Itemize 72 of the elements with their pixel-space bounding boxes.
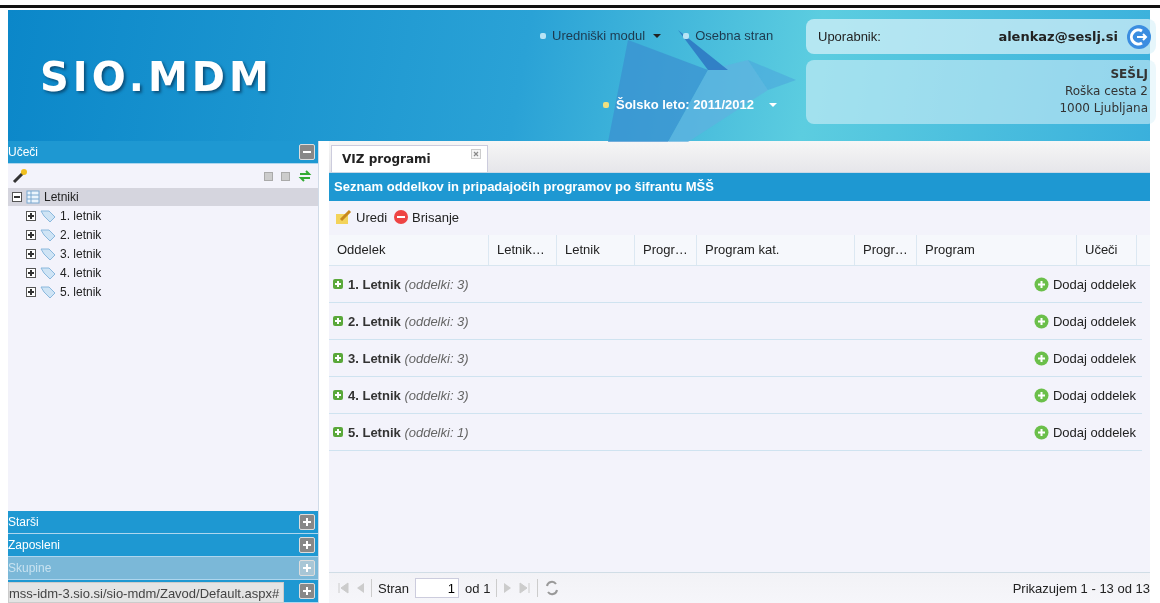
delete-icon — [393, 209, 410, 225]
school-street: Roška cesta 2 — [1064, 83, 1148, 100]
tag-icon — [40, 246, 56, 261]
group-title: 5. Letnik (oddelki: 1) — [348, 424, 469, 440]
logo: SIO.MDM — [40, 54, 273, 100]
column-header[interactable]: Program kat. — [697, 235, 855, 265]
tree-node[interactable]: 5. letnik — [8, 282, 318, 301]
user-email: alenkaz@seslj.si — [998, 29, 1118, 44]
column-header[interactable]: Program — [917, 235, 1077, 265]
school-city: 1000 Ljubljana — [1059, 100, 1148, 117]
expand-icon[interactable] — [26, 248, 36, 259]
table-icon — [26, 190, 40, 204]
page-count: od 1 — [465, 580, 491, 596]
edit-button[interactable]: Uredi — [333, 209, 390, 225]
logout-icon[interactable] — [1126, 23, 1152, 50]
tree-node[interactable]: 2. letnik — [8, 225, 318, 244]
add-icon — [1033, 424, 1049, 440]
tree-node[interactable]: Letniki — [8, 188, 318, 206]
school-name: SEŠLJ — [1110, 66, 1148, 83]
group-title: 2. Letnik (oddelki: 3) — [348, 313, 469, 329]
grid-title: Seznam oddelkov in pripadajočih programov po šifrantu MŠŠ — [329, 173, 1150, 201]
nav-link[interactable]: Uredniški modul — [540, 28, 662, 43]
expand-all-icon[interactable] — [264, 171, 273, 181]
add-class-button[interactable]: Dodaj oddelek — [1027, 387, 1142, 403]
caret-icon — [653, 33, 662, 38]
delete-button[interactable]: Brisanje — [391, 209, 462, 225]
group-title: 1. Letnik (oddelki: 3) — [348, 276, 469, 292]
tree-node[interactable]: 1. letnik — [8, 206, 318, 225]
add-class-button[interactable]: Dodaj oddelek — [1027, 276, 1142, 292]
refresh-icon[interactable] — [298, 169, 312, 183]
caret-icon — [769, 102, 778, 107]
user-label: Uporabnik: — [818, 29, 881, 44]
tag-icon — [40, 227, 56, 242]
add-icon — [1033, 350, 1049, 366]
tag-icon — [40, 284, 56, 299]
page-field[interactable]: 1 — [415, 578, 460, 598]
status-url-tooltip: mss-idm-3.sio.si/sio-mdm/Zavod/Default.aspx# — [8, 582, 285, 603]
expand-icon[interactable] — [26, 267, 36, 278]
tag-icon — [40, 265, 56, 280]
add-icon — [1033, 387, 1049, 403]
column-header[interactable]: Letnik… — [489, 235, 557, 265]
page-label: Stran — [378, 580, 410, 596]
column-header[interactable]: Letnik — [557, 235, 635, 265]
nav-link[interactable]: Osebna stran — [683, 28, 774, 43]
pencil-icon — [335, 209, 353, 225]
pager-summary: Prikazujem 1 - 13 od 13 — [1012, 580, 1150, 596]
column-header[interactable]: Učeči — [1077, 235, 1137, 265]
magic-wand-icon[interactable] — [12, 168, 28, 184]
add-class-button[interactable]: Dodaj oddelek — [1027, 424, 1142, 440]
group-title: 3. Letnik (oddelki: 3) — [348, 350, 469, 366]
column-header[interactable]: Progr… — [635, 235, 697, 265]
column-header[interactable]: Oddelek — [329, 235, 489, 265]
add-class-button[interactable]: Dodaj oddelek — [1027, 313, 1142, 329]
collapse-icon[interactable] — [12, 192, 22, 202]
close-icon[interactable] — [470, 149, 481, 159]
collapse-all-icon[interactable] — [281, 171, 290, 181]
group-title: 4. Letnik (oddelki: 3) — [348, 387, 469, 403]
add-class-button[interactable]: Dodaj oddelek — [1027, 350, 1142, 366]
column-header[interactable]: Progr… — [855, 235, 917, 265]
refresh-icon[interactable] — [544, 580, 561, 596]
expand-icon[interactable] — [26, 286, 36, 297]
first-page-icon[interactable] — [337, 582, 349, 594]
tree-node[interactable]: 4. letnik — [8, 263, 318, 282]
add-icon — [1033, 313, 1049, 329]
expand-icon[interactable] — [26, 210, 36, 221]
previous-page-icon[interactable] — [355, 582, 365, 594]
add-icon — [1033, 276, 1049, 292]
tag-icon — [40, 208, 56, 223]
tab[interactable]: VIZ programi — [331, 145, 488, 172]
tree-node[interactable]: 3. letnik — [8, 244, 318, 263]
last-page-icon[interactable] — [519, 582, 532, 594]
expand-icon[interactable] — [26, 229, 36, 240]
